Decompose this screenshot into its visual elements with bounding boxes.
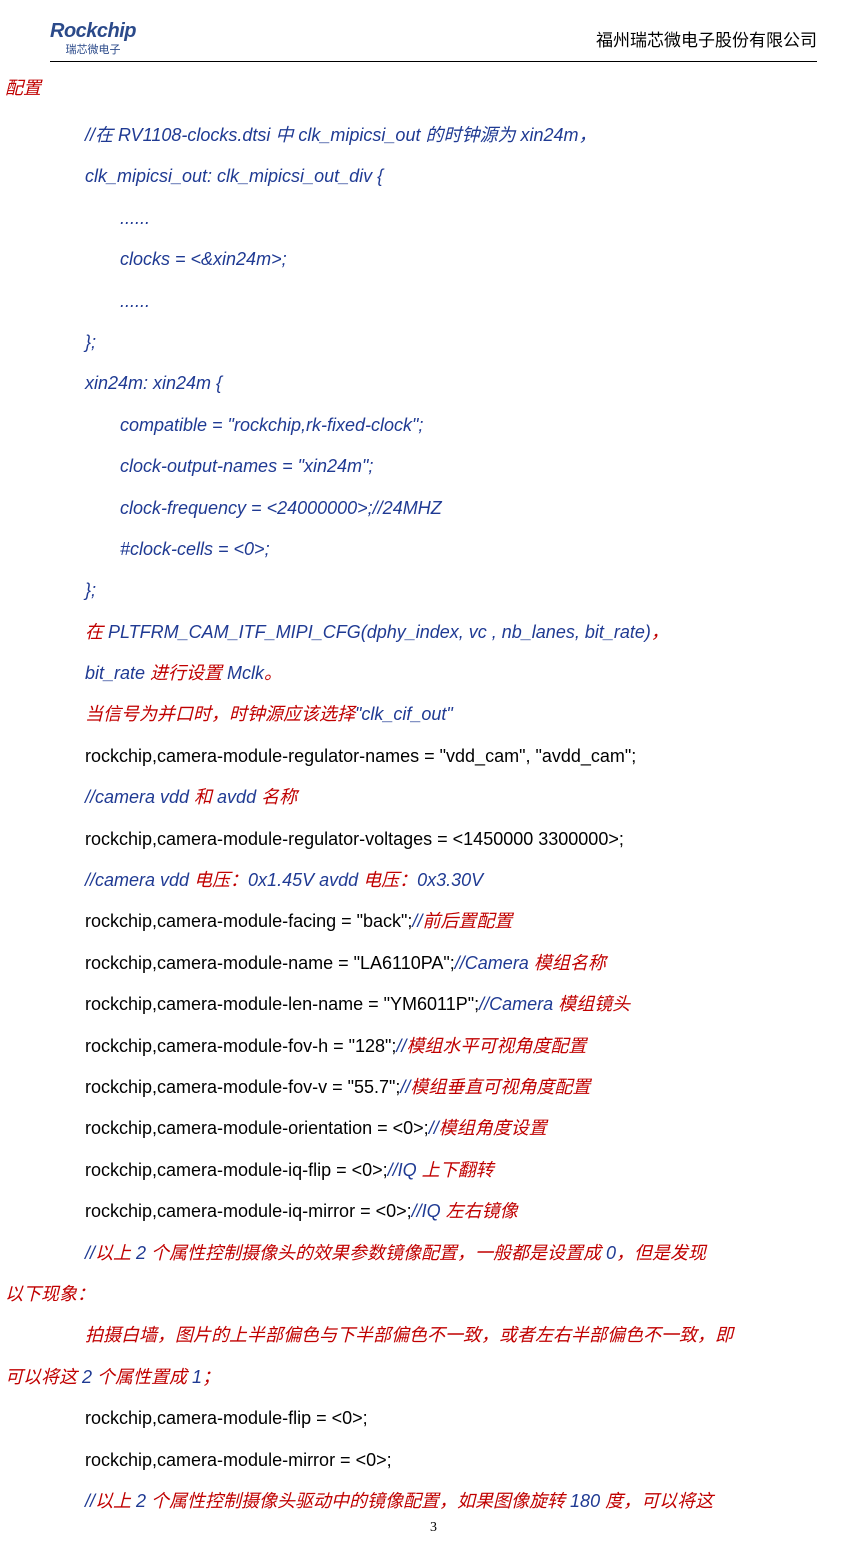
code-line: rockchip,camera-module-iq-flip = <0>;//I… [85,1150,817,1191]
code-line: 以下现象： [5,1274,817,1315]
code-line: xin24m: xin24m { [85,363,817,404]
code-line: //以上 2 个属性控制摄像头驱动中的镜像配置，如果图像旋转 180 度，可以将… [85,1481,817,1522]
logo-sub: 瑞芯微电子 [66,41,121,57]
code-line: clock-frequency = <24000000>;//24MHZ [120,488,817,529]
code-line: rockchip,camera-module-iq-mirror = <0>;/… [85,1191,817,1232]
code-lines: //在 RV1108-clocks.dtsi 中 clk_mipicsi_out… [50,115,817,1522]
code-line: 可以将这 2 个属性置成 1； [5,1357,817,1398]
code-line: rockchip,camera-module-fov-v = "55.7";//… [85,1067,817,1108]
code-line: clock-output-names = "xin24m"; [120,446,817,487]
code-line: rockchip,camera-module-mirror = <0>; [85,1440,817,1481]
page-number: 3 [0,1520,867,1536]
code-line: rockchip,camera-module-orientation = <0>… [85,1108,817,1149]
code-line: 在 PLTFRM_CAM_ITF_MIPI_CFG(dphy_index, vc… [85,612,817,653]
code-line: rockchip,camera-module-fov-h = "128";//模… [85,1026,817,1067]
logo-main: Rockchip [50,20,136,43]
code-line: //camera vdd 和 avdd 名称 [85,777,817,818]
code-line: compatible = "rockchip,rk-fixed-clock"; [120,405,817,446]
code-line: ...... [120,198,817,239]
code-line: bit_rate 进行设置 Mclk。 [85,653,817,694]
code-line: rockchip,camera-module-name = "LA6110PA"… [85,943,817,984]
page-header: Rockchip 瑞芯微电子 福州瑞芯微电子股份有限公司 [50,20,817,62]
code-line: }; [85,322,817,363]
company-name: 福州瑞芯微电子股份有限公司 [596,26,817,51]
code-line: }; [85,570,817,611]
document-content: 配置 //在 RV1108-clocks.dtsi 中 clk_mipicsi_… [50,74,817,1522]
code-line: rockchip,camera-module-regulator-names =… [85,736,817,777]
code-line: rockchip,camera-module-regulator-voltage… [85,819,817,860]
logo-block: Rockchip 瑞芯微电子 [50,20,136,57]
code-line: clocks = <&xin24m>; [120,239,817,280]
code-line: #clock-cells = <0>; [120,529,817,570]
code-line: rockchip,camera-module-flip = <0>; [85,1398,817,1439]
code-line: ...... [120,281,817,322]
code-line: //camera vdd 电压：0x1.45V avdd 电压：0x3.30V [85,860,817,901]
code-line: 当信号为并口时，时钟源应该选择"clk_cif_out" [85,694,817,735]
code-line: //以上 2 个属性控制摄像头的效果参数镜像配置，一般都是设置成 0，但是发现 [85,1233,817,1274]
code-line: rockchip,camera-module-len-name = "YM601… [85,984,817,1025]
section-title: 配置 [5,74,817,100]
code-line: clk_mipicsi_out: clk_mipicsi_out_div { [85,156,817,197]
code-line: //在 RV1108-clocks.dtsi 中 clk_mipicsi_out… [85,115,817,156]
code-line: 拍摄白墙，图片的上半部偏色与下半部偏色不一致，或者左右半部偏色不一致，即 [85,1315,817,1356]
code-line: rockchip,camera-module-facing = "back";/… [85,901,817,942]
